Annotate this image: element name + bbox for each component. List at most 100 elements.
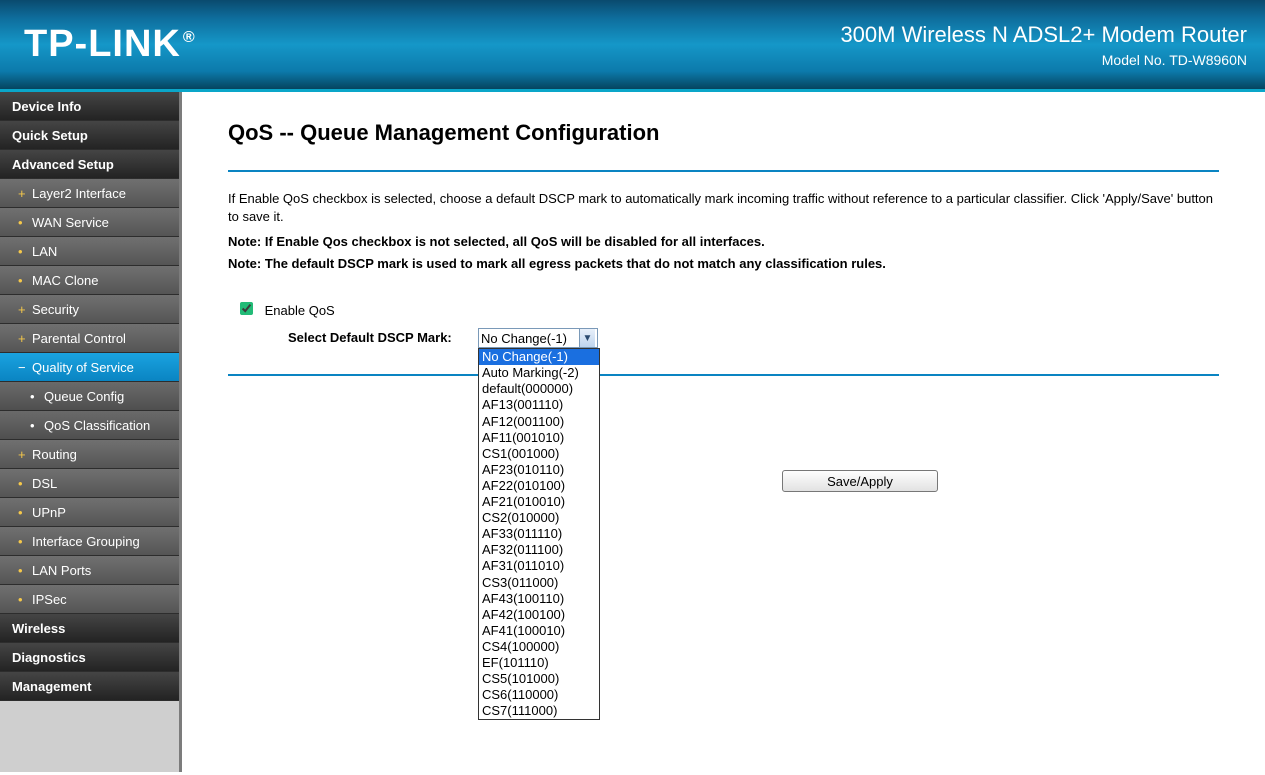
nav-item-wan-service[interactable]: • WAN Service [0,208,179,237]
logo-text: TP-LINK [24,23,181,66]
dscp-select[interactable]: No Change(-1) ▼ [478,328,598,348]
nav-item-layer2-interface[interactable]: +Layer2 Interface [0,179,179,208]
nav-item-wireless[interactable]: Wireless [0,614,179,643]
bullet-icon: • [18,469,28,498]
nav-item-advanced-setup[interactable]: Advanced Setup [0,150,179,179]
nav-item-label: Security [32,302,79,317]
nav-item-ipsec[interactable]: •IPSec [0,585,179,614]
nav-item-routing[interactable]: + Routing [0,440,179,469]
bullet-icon: + [18,324,28,353]
dscp-option[interactable]: CS3(011000) [479,575,599,591]
bullet-icon: + [18,295,28,324]
bullet-icon: • [18,527,28,556]
dscp-option[interactable]: CS4(100000) [479,639,599,655]
dscp-option[interactable]: CS2(010000) [479,510,599,526]
nav-item-lan-ports[interactable]: • LAN Ports [0,556,179,585]
dscp-option[interactable]: AF31(011010) [479,558,599,574]
dscp-option[interactable]: No Change(-1) [479,349,599,365]
nav-item-label: LAN [32,244,57,259]
dscp-option[interactable]: CS1(001000) [479,446,599,462]
dscp-option[interactable]: CS5(101000) [479,671,599,687]
nav-item-management[interactable]: Management [0,672,179,701]
enable-qos-label[interactable]: Enable QoS [265,303,335,318]
dscp-option[interactable]: AF23(010110) [479,462,599,478]
bullet-icon: • [18,266,28,295]
sidebar: Device InfoQuick SetupAdvanced Setup+Lay… [0,92,182,772]
nav-item-dsl[interactable]: • DSL [0,469,179,498]
enable-qos-checkbox[interactable] [240,302,253,315]
nav-item-quality-of-service[interactable]: −Quality of Service [0,353,179,382]
dscp-dropdown[interactable]: No Change(-1)Auto Marking(-2)default(000… [478,348,600,720]
nav-item-label: Layer2 Interface [32,186,126,201]
nav-item-label: Advanced Setup [12,157,114,172]
nav-item-label: Quality of Service [32,360,134,375]
enable-qos-row: Enable QoS [240,302,1219,318]
bullet-icon: • [30,382,40,411]
nav-item-label: UPnP [32,505,66,520]
nav-item-label: WAN Service [32,215,109,230]
bullet-icon: • [18,208,28,237]
nav-item-label: MAC Clone [32,273,98,288]
nav-item-label: IPSec [32,592,67,607]
dscp-option[interactable]: AF32(011100) [479,542,599,558]
divider-top [228,170,1219,172]
bullet-icon: + [18,440,28,469]
nav-item-device-info[interactable]: Device Info [0,92,179,121]
nav-item-label: Quick Setup [12,128,88,143]
nav-item-security[interactable]: + Security [0,295,179,324]
dscp-option[interactable]: AF42(100100) [479,607,599,623]
chevron-down-icon: ▼ [579,329,595,347]
dscp-option[interactable]: AF22(010100) [479,478,599,494]
nav-item-label: DSL [32,476,57,491]
nav-item-label: Management [12,679,91,694]
dscp-option[interactable]: AF33(011110) [479,526,599,542]
dscp-option[interactable]: AF12(001100) [479,414,599,430]
product-name: 300M Wireless N ADSL2+ Modem Router [840,22,1247,48]
nav-item-lan[interactable]: • LAN [0,237,179,266]
registered-icon: ® [183,29,196,47]
dscp-option[interactable]: CS7(111000) [479,703,599,719]
nav-item-label: Queue Config [44,389,124,404]
nav-item-mac-clone[interactable]: • MAC Clone [0,266,179,295]
nav-item-label: Routing [32,447,77,462]
dscp-field-row: Select Default DSCP Mark: No Change(-1) … [288,328,1219,348]
nav-item-label: Device Info [12,99,81,114]
dscp-select-wrap: No Change(-1) ▼ No Change(-1)Auto Markin… [478,328,598,348]
nav-item-label: Wireless [12,621,65,636]
nav-item-parental-control[interactable]: + Parental Control [0,324,179,353]
dscp-option[interactable]: Auto Marking(-2) [479,365,599,381]
dscp-option[interactable]: EF(101110) [479,655,599,671]
nav-item-upnp[interactable]: • UPnP [0,498,179,527]
nav-item-queue-config[interactable]: • Queue Config [0,382,179,411]
dscp-label: Select Default DSCP Mark: [288,328,478,345]
dscp-option[interactable]: AF13(001110) [479,397,599,413]
dscp-option[interactable]: AF41(100010) [479,623,599,639]
bullet-icon: − [18,353,28,382]
bullet-icon: • [18,556,28,585]
nav-item-label: Diagnostics [12,650,86,665]
logo: TP-LINK ® [24,23,196,66]
note-2: Note: The default DSCP mark is used to m… [228,255,1219,273]
model-number: Model No. TD-W8960N [840,52,1247,68]
page-title: QoS -- Queue Management Configuration [228,120,1219,146]
description-text: If Enable QoS checkbox is selected, choo… [228,190,1219,225]
nav-menu: Device InfoQuick SetupAdvanced Setup+Lay… [0,92,179,701]
dscp-option[interactable]: AF43(100110) [479,591,599,607]
nav-item-label: QoS Classification [44,418,150,433]
nav-item-qos-classification[interactable]: • QoS Classification [0,411,179,440]
bullet-icon: • [18,498,28,527]
nav-item-quick-setup[interactable]: Quick Setup [0,121,179,150]
header-right: 300M Wireless N ADSL2+ Modem Router Mode… [840,22,1247,68]
dscp-option[interactable]: default(000000) [479,381,599,397]
nav-item-label: LAN Ports [32,563,91,578]
bullet-icon: • [30,411,40,440]
save-apply-button[interactable]: Save/Apply [782,470,938,492]
nav-item-label: Parental Control [32,331,126,346]
dscp-option[interactable]: AF11(001010) [479,430,599,446]
dscp-selected-value: No Change(-1) [481,331,567,346]
nav-item-interface-grouping[interactable]: •Interface Grouping [0,527,179,556]
nav-item-diagnostics[interactable]: Diagnostics [0,643,179,672]
dscp-option[interactable]: CS6(110000) [479,687,599,703]
bullet-icon: • [18,237,28,266]
dscp-option[interactable]: AF21(010010) [479,494,599,510]
